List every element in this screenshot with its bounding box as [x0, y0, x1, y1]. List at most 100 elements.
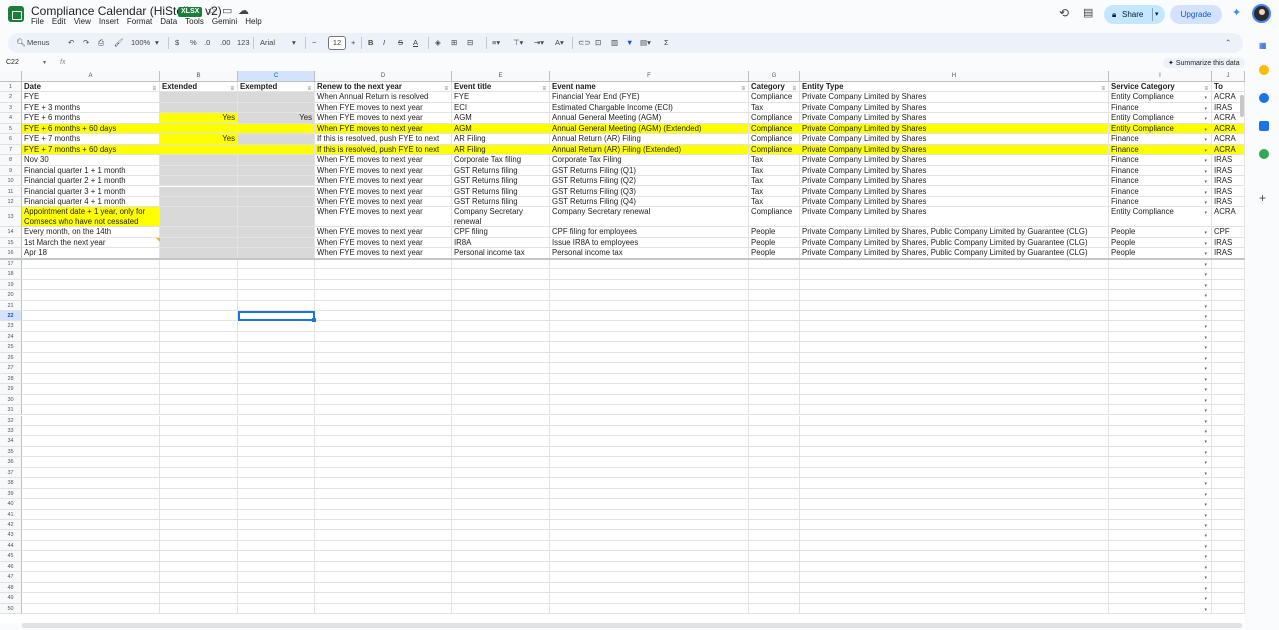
empty-cell[interactable] [22, 384, 160, 395]
empty-cell[interactable] [22, 520, 160, 531]
cell-c8[interactable] [238, 155, 315, 166]
empty-cell[interactable] [238, 446, 315, 458]
empty-cell[interactable] [315, 520, 452, 531]
empty-cell[interactable]: ▾ [1109, 561, 1212, 573]
empty-cell[interactable] [238, 331, 315, 343]
menu-gemini[interactable]: Gemini [212, 17, 237, 26]
empty-cell[interactable]: ▾ [1109, 384, 1212, 395]
empty-cell[interactable] [800, 499, 1109, 510]
empty-cell[interactable] [1212, 279, 1245, 291]
vertical-scrollbar[interactable] [1240, 95, 1244, 117]
empty-cell[interactable] [550, 352, 749, 364]
empty-cell[interactable]: ▾ [1109, 457, 1212, 468]
empty-cell[interactable]: ▾ [1109, 425, 1212, 437]
empty-cell[interactable] [160, 311, 238, 322]
cell-f2[interactable]: Financial Year End (FYE) [550, 92, 749, 103]
empty-cell[interactable] [452, 342, 550, 353]
empty-cell[interactable] [749, 457, 800, 468]
empty-cell[interactable] [315, 331, 452, 343]
empty-cell[interactable] [550, 467, 749, 479]
name-box-dropdown-icon[interactable]: ▾ [43, 59, 46, 66]
empty-cell[interactable] [1212, 467, 1245, 479]
service-category-dropdown-icon[interactable]: ▾ [1204, 385, 1207, 393]
empty-cell[interactable] [315, 321, 452, 332]
column-header-d[interactable]: D [315, 71, 452, 82]
empty-cell[interactable]: ▾ [1109, 551, 1212, 562]
empty-cell[interactable] [315, 363, 452, 374]
name-box[interactable]: C22 [6, 59, 19, 66]
empty-cell[interactable] [238, 279, 315, 291]
cell-h6[interactable]: Private Company Limited by Shares [800, 134, 1109, 145]
empty-cell[interactable] [800, 436, 1109, 447]
active-cell-selection[interactable] [238, 311, 316, 323]
empty-cell[interactable] [238, 572, 315, 583]
service-category-dropdown-icon[interactable]: ▾ [1204, 469, 1207, 477]
empty-cell[interactable] [22, 467, 160, 479]
empty-cell[interactable] [452, 352, 550, 364]
cloud-status-icon[interactable]: ☁ [238, 4, 249, 17]
empty-cell[interactable] [800, 572, 1109, 583]
cell-j9[interactable]: IRAS [1212, 165, 1245, 177]
empty-cell[interactable] [22, 540, 160, 552]
empty-cell[interactable] [749, 478, 800, 489]
empty-cell[interactable] [1212, 561, 1245, 573]
row-header-39[interactable]: 39 [0, 488, 22, 500]
empty-cell[interactable] [315, 457, 452, 468]
empty-cell[interactable] [550, 446, 749, 458]
cell-j10[interactable]: IRAS [1212, 176, 1245, 187]
service-category-dropdown-icon[interactable]: ▾ [1204, 458, 1207, 466]
empty-cell[interactable] [1212, 425, 1245, 437]
service-category-dropdown-icon[interactable]: ▾ [1204, 312, 1207, 320]
row-header-23[interactable]: 23 [0, 321, 22, 332]
service-category-dropdown-icon[interactable]: ▾ [1204, 542, 1207, 550]
empty-cell[interactable] [749, 290, 800, 301]
service-category-dropdown-icon[interactable]: ▾ [1204, 281, 1207, 289]
empty-cell[interactable] [22, 593, 160, 604]
empty-cell[interactable] [749, 363, 800, 374]
tasks-icon[interactable] [1259, 93, 1269, 103]
column-header-h[interactable]: H [800, 71, 1109, 82]
cell-i10[interactable]: Finance ▾ [1109, 176, 1212, 187]
empty-cell[interactable] [1212, 436, 1245, 447]
empty-cell[interactable] [749, 258, 800, 270]
empty-cell[interactable] [550, 582, 749, 594]
decrease-font-size-icon[interactable]: − [312, 38, 316, 47]
cell-e11[interactable]: GST Returns filing [452, 186, 550, 197]
empty-cell[interactable] [238, 269, 315, 280]
row-header-26[interactable]: 26 [0, 352, 22, 364]
column-header-f[interactable]: F [550, 71, 749, 82]
cell-c13[interactable] [238, 207, 315, 228]
header-cell-e[interactable]: Event title ≡ [452, 82, 550, 93]
empty-cell[interactable] [1212, 582, 1245, 594]
select-all-corner[interactable] [0, 71, 22, 82]
empty-cell[interactable] [238, 373, 315, 385]
row-header-29[interactable]: 29 [0, 384, 22, 395]
undo-icon[interactable]: ↶ [68, 38, 74, 47]
empty-cell[interactable] [22, 478, 160, 489]
empty-cell[interactable] [315, 436, 452, 447]
italic-icon[interactable]: I [383, 38, 385, 47]
empty-cell[interactable] [160, 499, 238, 510]
empty-cell[interactable] [315, 572, 452, 583]
empty-cell[interactable] [800, 352, 1109, 364]
bold-icon[interactable]: B [368, 38, 373, 47]
service-category-dropdown-icon[interactable]: ▾ [1204, 343, 1207, 351]
service-category-dropdown-icon[interactable]: ▾ [1204, 333, 1207, 341]
empty-cell[interactable] [1212, 540, 1245, 552]
empty-cell[interactable] [749, 520, 800, 531]
cell-a5[interactable]: FYE + 6 months + 60 days [22, 123, 160, 135]
increase-font-size-icon[interactable]: + [351, 38, 355, 47]
cell-a4[interactable]: FYE + 6 months [22, 113, 160, 124]
empty-cell[interactable] [238, 363, 315, 374]
row-header-50[interactable]: 50 [0, 603, 22, 615]
service-category-dropdown-icon[interactable]: ▾ [1204, 427, 1207, 435]
empty-cell[interactable] [315, 603, 452, 615]
cell-c6[interactable] [238, 134, 315, 145]
empty-cell[interactable] [315, 446, 452, 458]
service-category-dropdown-icon[interactable]: ▾ [1204, 114, 1207, 122]
header-cell-c[interactable]: Exempted ≡ [238, 82, 315, 93]
calendar-icon[interactable]: ▦ [1259, 41, 1269, 51]
empty-cell[interactable] [22, 331, 160, 343]
text-wrapping-icon[interactable]: ⇥▾ [534, 38, 544, 47]
empty-cell[interactable] [550, 300, 749, 311]
